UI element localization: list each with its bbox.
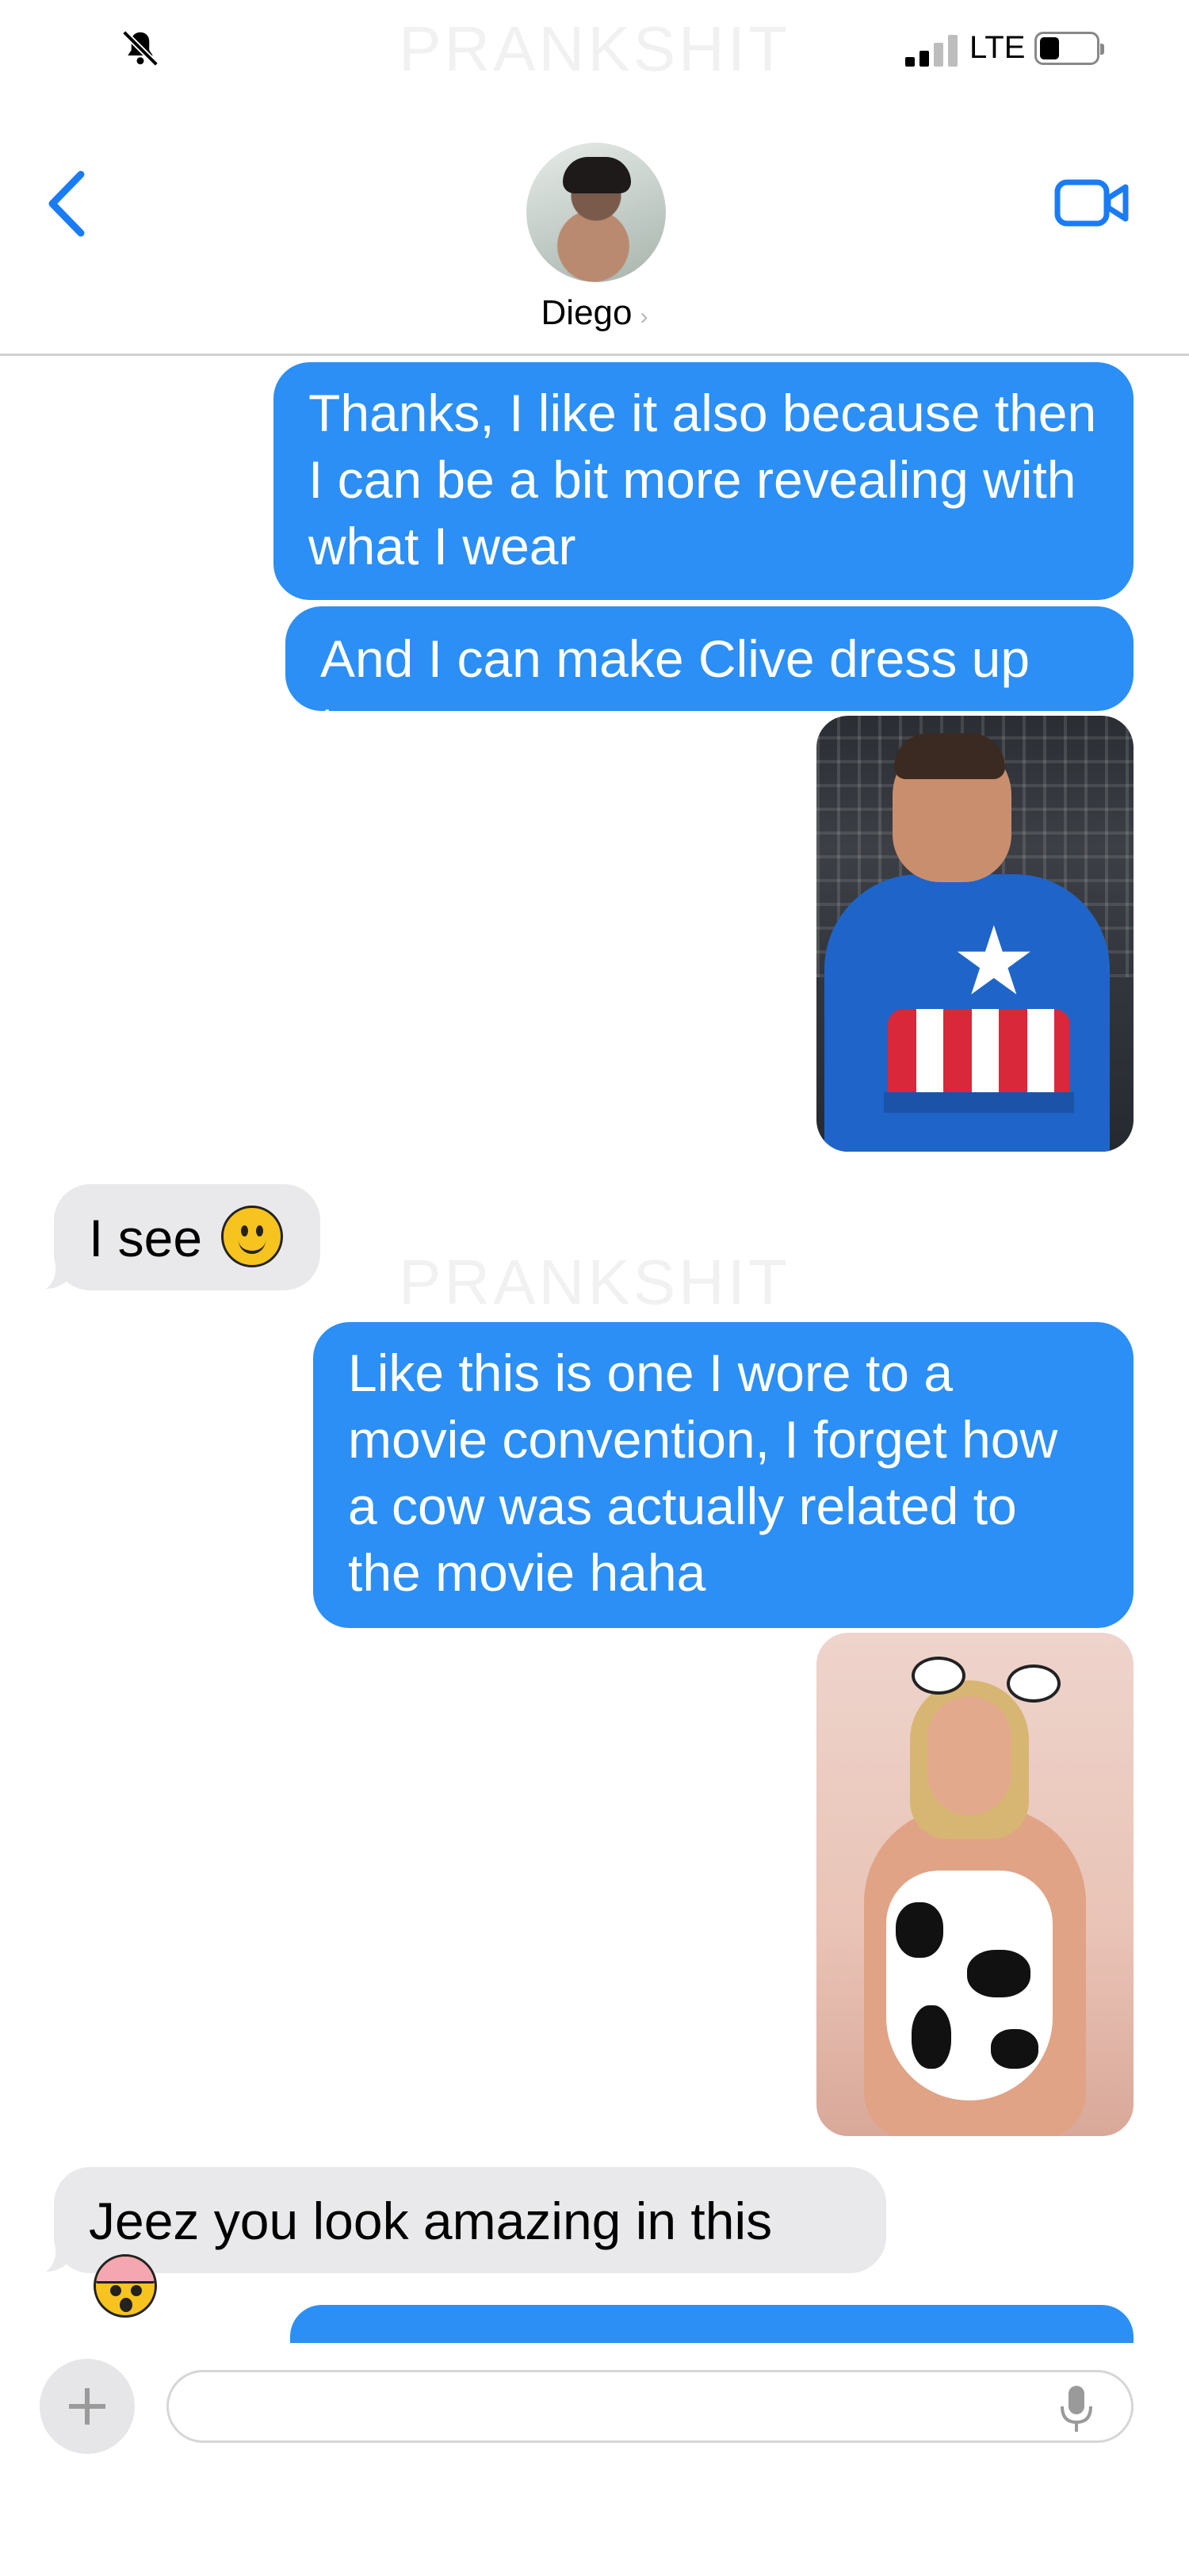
received-message[interactable]: I see bbox=[54, 1184, 320, 1290]
plus-icon[interactable] bbox=[40, 2359, 135, 2454]
network-type-label: LTE bbox=[969, 30, 1026, 65]
microphone-icon[interactable] bbox=[1059, 2384, 1094, 2437]
smile-emoji-icon bbox=[221, 1206, 284, 1267]
battery-icon bbox=[1034, 32, 1104, 65]
sent-message[interactable]: And I can make Clive dress up too bbox=[285, 606, 1134, 755]
captain-america-costume-photo[interactable]: ★ bbox=[816, 716, 1134, 1152]
chevron-left-icon[interactable] bbox=[44, 168, 92, 243]
sent-message[interactable]: Thanks, I like it also because then I ca… bbox=[273, 362, 1134, 600]
received-message-text: I see bbox=[89, 1209, 203, 1267]
contact-chevron-icon: › bbox=[640, 304, 648, 330]
video-camera-icon[interactable] bbox=[1054, 178, 1130, 232]
status-bar: LTE bbox=[0, 0, 1189, 95]
compose-bar bbox=[0, 2343, 1189, 2576]
avatar[interactable] bbox=[526, 143, 666, 282]
sent-message[interactable]: Like this is one I wore to a movie conve… bbox=[313, 1322, 1134, 1628]
cow-costume-photo[interactable] bbox=[816, 1633, 1134, 2136]
message-input[interactable] bbox=[166, 2370, 1134, 2443]
contact-name[interactable]: Diego › bbox=[0, 293, 1189, 333]
conversation-header: Diego › bbox=[0, 95, 1189, 356]
signal-bars-icon bbox=[904, 35, 961, 72]
contact-name-label: Diego bbox=[541, 293, 633, 332]
bell-slash-icon bbox=[119, 27, 162, 74]
received-message[interactable]: Jeez you look amazing in this bbox=[54, 2167, 886, 2318]
received-message-text: Jeez you look amazing in this bbox=[89, 2192, 773, 2250]
shocked-brain-emoji-icon bbox=[94, 2254, 157, 2318]
